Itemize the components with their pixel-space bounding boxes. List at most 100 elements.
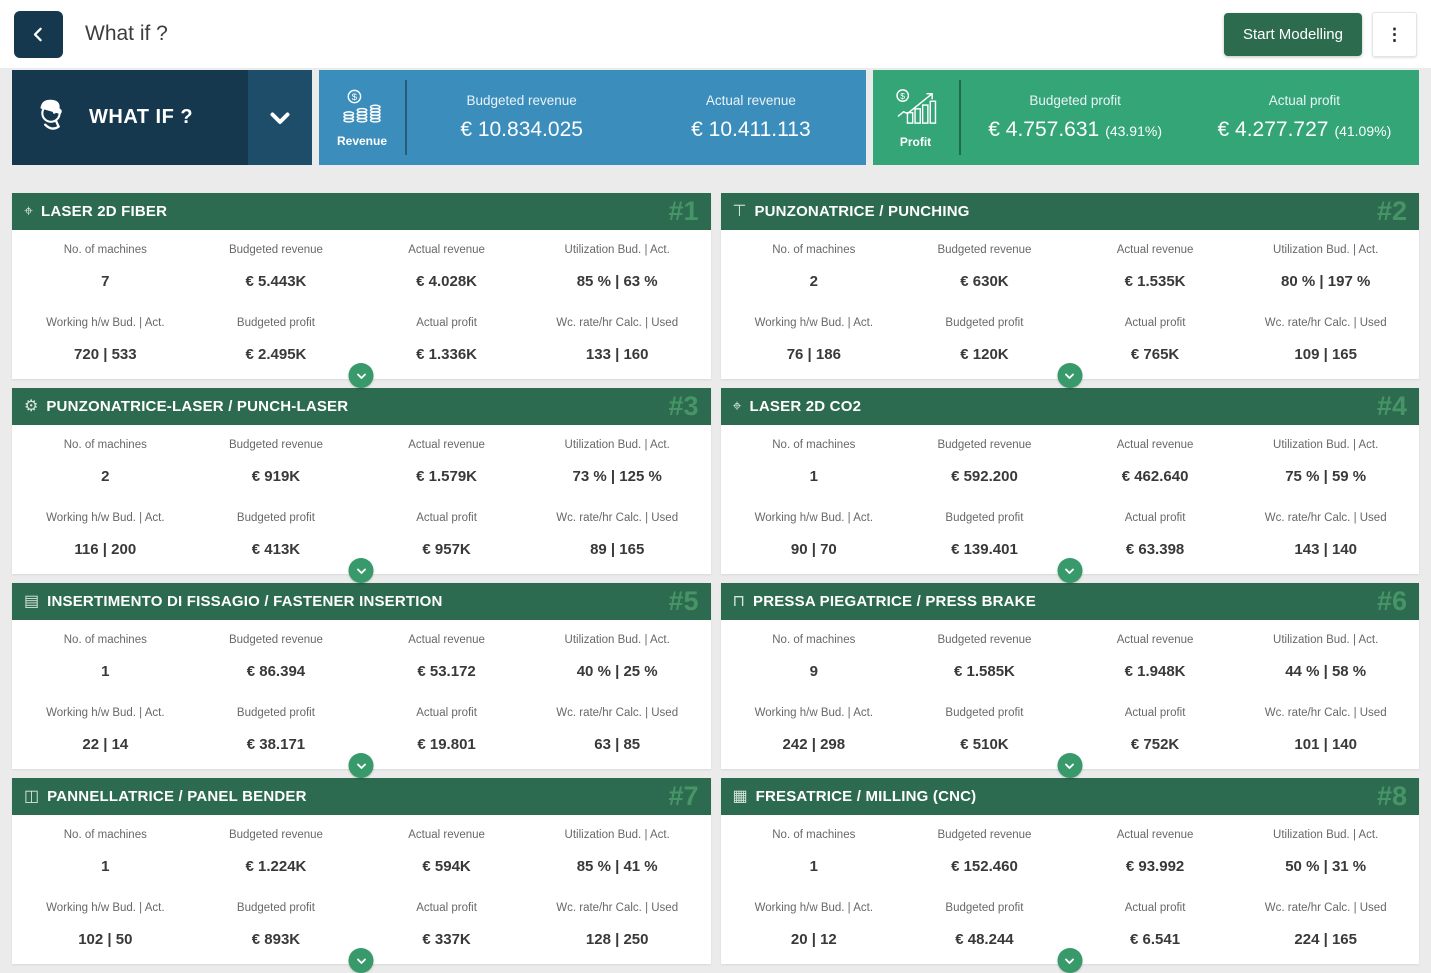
machine-card-stats: No. of machines 1 Budgeted revenue € 1.2… <box>12 815 711 962</box>
stat-cell: Actual revenue € 1.948K <box>1070 620 1241 694</box>
stat-cell: Budgeted revenue € 592.200 <box>899 425 1070 499</box>
expand-card-button[interactable] <box>349 948 374 973</box>
stat-value: 80 % | 197 % <box>1281 273 1370 290</box>
stat-value: 1 <box>810 468 818 485</box>
stat-cell: Utilization Bud. | Act. 40 % | 25 % <box>532 620 703 694</box>
stat-value: € 152.460 <box>951 858 1018 875</box>
stat-label: Working h/w Bud. | Act. <box>46 512 164 524</box>
stat-value: 73 % | 125 % <box>573 468 662 485</box>
stat-cell: No. of machines 1 <box>729 425 900 499</box>
stat-value: € 19.801 <box>417 736 475 753</box>
back-button[interactable] <box>14 11 63 58</box>
stat-cell: Utilization Bud. | Act. 44 % | 58 % <box>1240 620 1411 694</box>
stat-label: Actual profit <box>416 707 477 719</box>
panel-bender-icon: ◫ <box>24 789 39 805</box>
what-if-selector[interactable]: WHAT IF ? <box>12 70 312 165</box>
stat-cell: Utilization Bud. | Act. 80 % | 197 % <box>1240 230 1411 304</box>
machine-cards-grid: ⌖ LASER 2D FIBER #1 No. of machines 7 Bu… <box>12 193 1419 964</box>
stat-cell: Utilization Bud. | Act. 85 % | 41 % <box>532 815 703 889</box>
stat-label: Utilization Bud. | Act. <box>565 439 670 451</box>
stat-cell: Budgeted revenue € 630K <box>899 230 1070 304</box>
stat-cell: Actual profit € 1.336K <box>361 304 532 378</box>
stat-label: Budgeted profit <box>945 317 1023 329</box>
what-if-title: WHAT IF ? <box>89 106 248 129</box>
budgeted-revenue-stat: Budgeted revenue € 10.834.025 <box>407 70 636 165</box>
expand-card-button[interactable] <box>1057 948 1082 973</box>
punching-machine-icon: ⊤ <box>733 204 747 220</box>
expand-card-button[interactable] <box>349 363 374 388</box>
machine-card-title: INSERTIMENTO DI FISSAGIO / FASTENER INSE… <box>47 593 668 610</box>
machine-card-stats: No. of machines 1 Budgeted revenue € 152… <box>721 815 1420 962</box>
stat-cell: Budgeted revenue € 1.585K <box>899 620 1070 694</box>
stat-label: Wc. rate/hr Calc. | Used <box>556 902 678 914</box>
stat-label: Wc. rate/hr Calc. | Used <box>1265 512 1387 524</box>
svg-text:$: $ <box>900 90 905 100</box>
stat-value: € 1.579K <box>416 468 477 485</box>
stat-value: € 10.834.025 <box>460 118 583 142</box>
stat-label: Working h/w Bud. | Act. <box>755 707 873 719</box>
stat-cell: Actual revenue € 462.640 <box>1070 425 1241 499</box>
machine-card-stats: No. of machines 1 Budgeted revenue € 86.… <box>12 620 711 767</box>
chevron-down-icon <box>1064 565 1076 577</box>
machine-card-title: LASER 2D FIBER <box>41 203 668 220</box>
stat-value: 2 <box>101 468 109 485</box>
chevron-down-icon <box>355 760 367 772</box>
stat-value: 75 % | 59 % <box>1285 468 1366 485</box>
stat-label: Budgeted revenue <box>466 93 576 108</box>
stat-cell: Wc. rate/hr Calc. | Used 133 | 160 <box>532 304 703 378</box>
stat-label: Budgeted profit <box>237 707 315 719</box>
machine-card-rank: #5 <box>668 588 698 615</box>
stat-value: € 139.401 <box>951 541 1018 558</box>
stat-cell: Utilization Bud. | Act. 75 % | 59 % <box>1240 425 1411 499</box>
stat-label: Budgeted profit <box>1029 93 1121 108</box>
stat-label: Working h/w Bud. | Act. <box>46 902 164 914</box>
stat-value: € 4.757.631(43.91%) <box>988 118 1162 142</box>
stat-value: 85 % | 63 % <box>577 273 658 290</box>
stat-value: € 893K <box>252 931 300 948</box>
stat-value: 133 | 160 <box>586 346 649 363</box>
stat-value: 44 % | 58 % <box>1285 663 1366 680</box>
kebab-menu-button[interactable]: ⋮ <box>1372 12 1417 57</box>
machine-card-stats: No. of machines 2 Budgeted revenue € 919… <box>12 425 711 572</box>
stat-value: € 53.172 <box>417 663 475 680</box>
profit-summary-panel: $ Profit Budgeted profit € 4.757.631(43.… <box>873 70 1420 165</box>
stat-value: 90 | 70 <box>791 541 837 558</box>
stat-label: No. of machines <box>64 829 147 841</box>
stat-value: € 594K <box>422 858 470 875</box>
stat-cell: Utilization Bud. | Act. 73 % | 125 % <box>532 425 703 499</box>
machine-card-header: ▦ FRESATRICE / MILLING (CNC) #8 <box>721 778 1420 815</box>
expand-card-button[interactable] <box>1057 363 1082 388</box>
machine-card-title: PANNELLATRICE / PANEL BENDER <box>47 788 668 805</box>
expand-card-button[interactable] <box>1057 753 1082 778</box>
start-modelling-button[interactable]: Start Modelling <box>1224 13 1362 56</box>
stat-cell: Working h/w Bud. | Act. 242 | 298 <box>729 694 900 768</box>
stat-value: 109 | 165 <box>1294 346 1357 363</box>
machine-card-title: PUNZONATRICE-LASER / PUNCH-LASER <box>46 398 668 415</box>
machine-card-title: PUNZONATRICE / PUNCHING <box>754 203 1377 220</box>
stat-value: € 462.640 <box>1122 468 1189 485</box>
chevron-down-icon <box>1064 370 1076 382</box>
expand-card-button[interactable] <box>349 558 374 583</box>
stat-value: 89 | 165 <box>590 541 644 558</box>
stat-cell: Budgeted profit € 413K <box>191 499 362 573</box>
stat-cell: No. of machines 1 <box>20 815 191 889</box>
machine-card-rank: #4 <box>1377 393 1407 420</box>
chevron-down-icon[interactable] <box>248 70 312 165</box>
stat-cell: Actual profit € 337K <box>361 889 532 963</box>
stat-label: Utilization Bud. | Act. <box>565 829 670 841</box>
expand-card-button[interactable] <box>1057 558 1082 583</box>
stat-label: Wc. rate/hr Calc. | Used <box>556 317 678 329</box>
stat-label: Budgeted revenue <box>937 634 1031 646</box>
expand-card-button[interactable] <box>349 753 374 778</box>
stat-label: No. of machines <box>772 634 855 646</box>
laser-2d-co2-icon: ⌖ <box>733 399 742 415</box>
stat-cell: Working h/w Bud. | Act. 76 | 186 <box>729 304 900 378</box>
stat-cell: Actual revenue € 53.172 <box>361 620 532 694</box>
stat-value: € 337K <box>422 931 470 948</box>
machine-card-stats: No. of machines 2 Budgeted revenue € 630… <box>721 230 1420 377</box>
stat-label: Budgeted profit <box>945 512 1023 524</box>
stat-label: No. of machines <box>64 244 147 256</box>
stat-cell: Actual revenue € 1.579K <box>361 425 532 499</box>
stat-cell: No. of machines 1 <box>729 815 900 889</box>
stat-cell: Working h/w Bud. | Act. 116 | 200 <box>20 499 191 573</box>
